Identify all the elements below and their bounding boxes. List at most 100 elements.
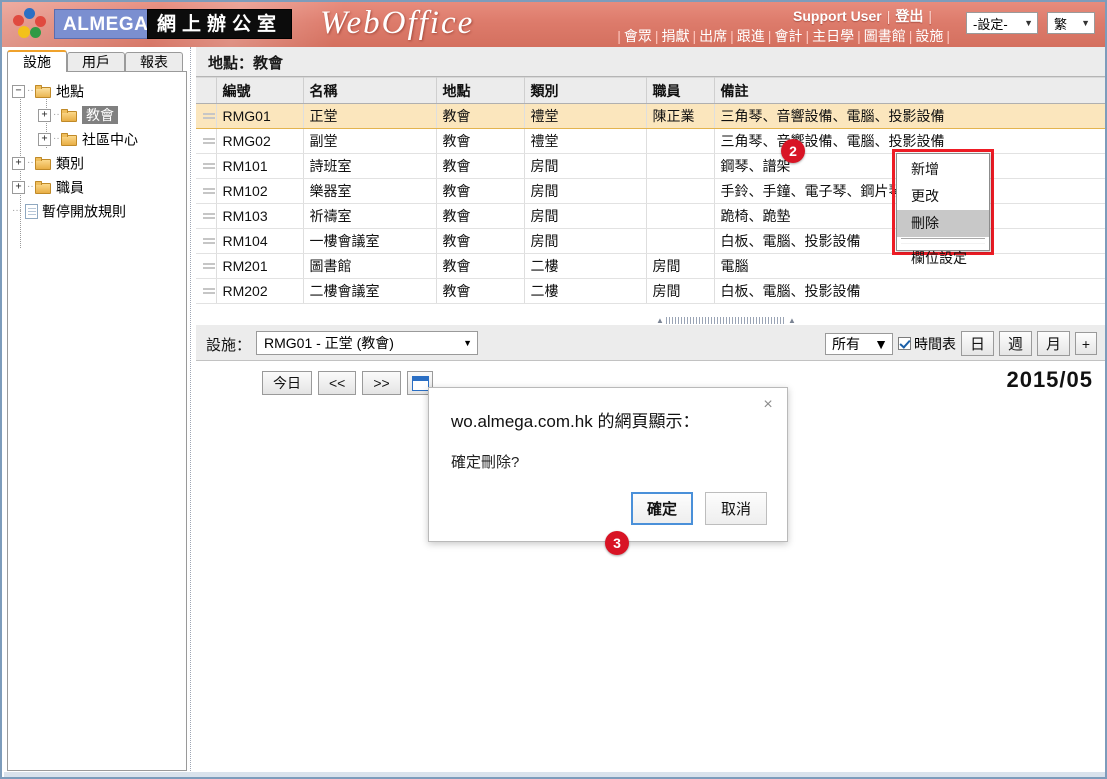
logout-link[interactable]: 登出 <box>895 8 923 24</box>
nav-item-donation[interactable]: 捐獻 <box>662 28 690 44</box>
drag-handle-icon[interactable] <box>202 187 215 196</box>
cell-name: 正堂 <box>303 103 437 129</box>
nav-item-congregation[interactable]: 會眾 <box>624 28 652 44</box>
tab-user[interactable]: 用戶 <box>67 52 125 72</box>
view-month-button[interactable]: 月 <box>1036 331 1070 356</box>
tree-item-label: 社區中心 <box>82 131 138 148</box>
row-handle[interactable] <box>196 203 217 229</box>
prev-button[interactable]: << <box>318 371 357 395</box>
column-header-name[interactable]: 名稱 <box>303 77 437 104</box>
today-button[interactable]: 今日 <box>262 371 312 395</box>
checkbox-checked-icon[interactable] <box>897 337 911 350</box>
facility-select[interactable]: RMG01 - 正堂 (教會) ▼ <box>256 331 478 355</box>
language-dropdown[interactable]: 繁 ▼ <box>1047 12 1095 34</box>
scroll-right-icon[interactable]: ▲ <box>788 316 796 325</box>
column-header-remark[interactable]: 備註 <box>714 77 1105 104</box>
drag-handle-icon[interactable] <box>202 262 215 271</box>
cell-category: 房間 <box>524 203 647 229</box>
cell-name: 一樓會議室 <box>303 228 437 254</box>
settings-dropdown[interactable]: -設定- ▼ <box>966 12 1038 34</box>
table-row[interactable]: RM202 二樓會議室 教會 二樓 房間 白板、電腦、投影設備 <box>196 278 1105 304</box>
row-handle[interactable] <box>196 253 217 279</box>
tree-item-category[interactable]: + ·· 類別 <box>12 150 186 174</box>
user-name: Support User <box>793 8 882 24</box>
tree-item-staff[interactable]: + ·· 職員 <box>12 174 186 198</box>
context-menu-item-add[interactable]: 新增 <box>897 156 989 183</box>
view-day-button[interactable]: 日 <box>960 331 994 356</box>
row-handle[interactable] <box>196 153 217 179</box>
context-menu-separator <box>901 238 985 244</box>
cell-staff <box>646 228 715 254</box>
confirm-button[interactable]: 確定 <box>630 492 693 525</box>
cell-name: 祈禱室 <box>303 203 437 229</box>
year-month-display: 2015/05 <box>1006 367 1093 392</box>
tab-report[interactable]: 報表 <box>125 52 183 72</box>
chevron-down-icon: ▼ <box>874 335 888 352</box>
table-row[interactable]: RMG01 正堂 教會 禮堂 陳正業 三角琴、音響設備、電腦、投影設備 <box>196 103 1105 129</box>
tab-facility[interactable]: 設施 <box>7 50 67 72</box>
expand-icon[interactable]: + <box>38 108 51 122</box>
folder-open-icon <box>35 84 52 98</box>
folder-icon <box>35 156 52 170</box>
annotation-badge-3: 3 <box>605 531 629 555</box>
column-header-category[interactable]: 類別 <box>524 77 647 104</box>
drag-handle-icon[interactable] <box>202 287 215 296</box>
view-add-button[interactable]: + <box>1075 332 1097 355</box>
cancel-button[interactable]: 取消 <box>705 492 767 525</box>
context-menu-item-delete[interactable]: 刪除 <box>897 210 989 237</box>
cell-staff <box>646 203 715 229</box>
grid-horizontal-scrollbar[interactable]: ▲ ▲ <box>196 316 1105 325</box>
nav-item-facility[interactable]: 設施 <box>915 28 943 44</box>
cell-code: RMG01 <box>216 103 304 129</box>
row-handle[interactable] <box>196 128 217 154</box>
facility-select-value: RMG01 - 正堂 (教會) <box>264 335 394 351</box>
cell-name: 樂器室 <box>303 178 437 204</box>
scrollbar-thumb[interactable] <box>666 317 786 324</box>
cell-site: 教會 <box>436 178 525 204</box>
row-handle[interactable] <box>196 178 217 204</box>
nav-item-accounting[interactable]: 會計 <box>774 28 802 44</box>
cell-staff <box>646 153 715 179</box>
scroll-left-icon[interactable]: ▲ <box>656 316 664 325</box>
filter-select[interactable]: 所有 ▼ <box>824 332 893 355</box>
nav-item-followup[interactable]: 跟進 <box>737 28 765 44</box>
tree-item-community-center[interactable]: + ·· 社區中心 <box>12 126 186 150</box>
confirm-dialog: wo.almega.com.hk 的網頁顯示： × 確定刪除? 確定 取消 <box>428 387 788 542</box>
cell-category: 禮堂 <box>524 128 647 154</box>
context-menu-item-edit[interactable]: 更改 <box>897 183 989 210</box>
tree-item-suspension-rules[interactable]: ··· 暫停開放規則 <box>12 198 186 222</box>
view-week-button[interactable]: 週 <box>998 331 1032 356</box>
next-button[interactable]: >> <box>362 371 401 395</box>
expand-icon[interactable]: + <box>12 156 25 170</box>
row-handle[interactable] <box>196 103 217 129</box>
row-handle[interactable] <box>196 278 217 304</box>
column-header-site[interactable]: 地點 <box>436 77 525 104</box>
tree-item-locations[interactable]: − ·· 地點 <box>12 78 186 102</box>
row-handle[interactable] <box>196 228 217 254</box>
tree-item-church[interactable]: + ·· 教會 <box>12 102 186 126</box>
nav-item-sundayschool[interactable]: 主日學 <box>812 28 854 44</box>
schedule-checkbox[interactable]: 時間表 <box>897 334 956 354</box>
filter-select-value: 所有 <box>831 335 860 352</box>
drag-handle-icon[interactable] <box>202 212 215 221</box>
language-dropdown-value: 繁 <box>1054 16 1068 32</box>
calendar-area: 今日 << >> 2015/05 wo.almega.com.hk 的網頁顯示：… <box>196 361 1105 775</box>
drag-handle-icon[interactable] <box>202 137 215 146</box>
cell-name: 二樓會議室 <box>303 278 437 304</box>
sidebar: 設施 用戶 報表 − ·· 地點 + ·· 教會 + ·· 社區中心 + ·· 類別 + ·· 職員 <box>4 47 190 777</box>
close-icon[interactable]: × <box>759 396 777 414</box>
column-header-staff[interactable]: 職員 <box>646 77 715 104</box>
sep: | <box>908 28 913 44</box>
facility-grid: 編號 名稱 地點 類別 職員 備註 RMG01 正堂 教會 禮堂 陳正業 三角琴、音響設備… <box>196 77 1105 326</box>
expand-icon[interactable]: + <box>38 132 51 146</box>
column-header-code[interactable]: 編號 <box>216 77 304 104</box>
nav-item-library[interactable]: 圖書館 <box>864 28 906 44</box>
drag-handle-icon[interactable] <box>202 237 215 246</box>
drag-handle-icon[interactable] <box>202 162 215 171</box>
context-menu-item-column-settings[interactable]: 欄位設定 <box>897 245 989 272</box>
calendar-nav: 今日 << >> <box>262 371 433 395</box>
nav-item-attendance[interactable]: 出席 <box>699 28 727 44</box>
expand-icon[interactable]: + <box>12 180 25 194</box>
collapse-icon[interactable]: − <box>12 84 25 98</box>
drag-handle-icon[interactable] <box>202 112 215 121</box>
